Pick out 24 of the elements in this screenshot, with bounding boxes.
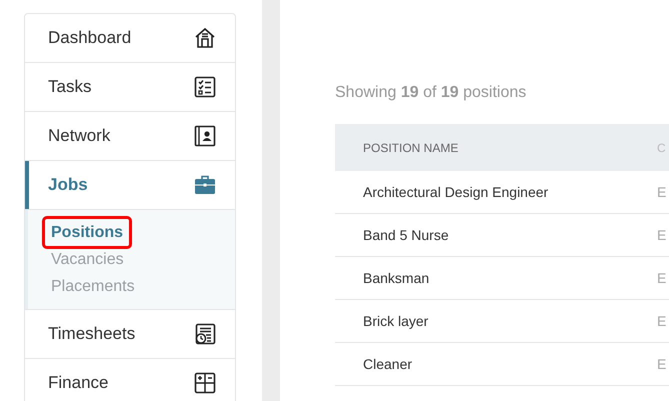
table-cell: E <box>657 227 666 243</box>
house-icon <box>193 26 217 50</box>
calculator-icon <box>193 371 217 395</box>
table-cell: E <box>657 313 666 329</box>
checklist-icon <box>193 75 217 99</box>
table-cell-text: Architectural Design Engineer <box>362 184 550 200</box>
table-cell-text: Banksman <box>362 270 430 286</box>
sidebar-item[interactable]: Timesheets <box>25 310 235 359</box>
table-cell: E <box>657 270 666 286</box>
results-count: Showing 19 of 19 positions <box>335 84 528 102</box>
table-cell: E <box>657 184 666 200</box>
sidebar-item[interactable]: Tasks <box>25 63 235 112</box>
column-header: POSITION NAME <box>362 140 460 154</box>
table-cell: E <box>657 356 666 372</box>
contact-book-icon <box>193 124 217 148</box>
sidebar-item[interactable]: Network <box>25 112 235 161</box>
table-cell-text: Cleaner <box>362 356 414 372</box>
submenu-item[interactable]: Positions <box>45 219 130 246</box>
sidebar-item[interactable]: Dashboard <box>25 14 235 63</box>
sidebar-item[interactable]: Finance <box>25 359 235 401</box>
table-cell-text: Brick layer <box>362 313 430 329</box>
timesheet-icon <box>193 322 217 346</box>
briefcase-icon <box>193 173 217 197</box>
table-cell-text: Band 5 Nurse <box>362 227 450 243</box>
